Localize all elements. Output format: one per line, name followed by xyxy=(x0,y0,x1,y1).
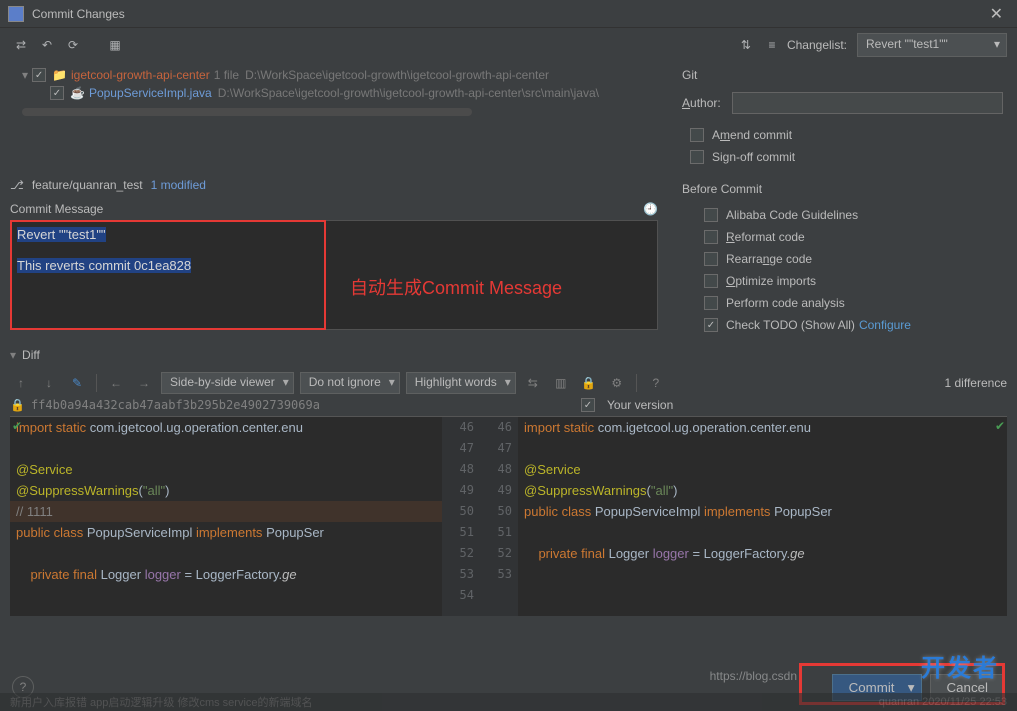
highlight-select[interactable]: Highlight words xyxy=(406,372,516,394)
reformat-checkbox[interactable] xyxy=(704,230,718,244)
prev-diff-icon[interactable]: ↑ xyxy=(10,372,32,394)
alibaba-checkbox[interactable] xyxy=(704,208,718,222)
diff-panes: ✔ import static com.igetcool.ug.operatio… xyxy=(10,416,1007,616)
rearrange-checkbox[interactable] xyxy=(704,252,718,266)
author-label: Author: xyxy=(682,96,732,110)
filter-icon[interactable]: ≡ xyxy=(761,34,783,56)
chevron-down-icon[interactable]: ▾ xyxy=(10,348,16,362)
settings-icon[interactable]: ⚙ xyxy=(606,372,628,394)
analysis-checkbox[interactable] xyxy=(704,296,718,310)
lock-icon: 🔒 xyxy=(10,398,25,412)
author-input[interactable] xyxy=(732,92,1003,114)
app-icon xyxy=(8,6,24,22)
signoff-label: Sign-off commit xyxy=(712,150,795,164)
folder-icon: 📁 xyxy=(52,68,67,82)
sort-icon[interactable]: ⇅ xyxy=(735,34,757,56)
group-icon[interactable]: ⇄ xyxy=(10,34,32,56)
configure-link[interactable]: Configure xyxy=(859,318,911,332)
your-version-checkbox[interactable] xyxy=(581,398,595,412)
undo-icon[interactable]: ↶ xyxy=(36,34,58,56)
next-diff-icon[interactable]: ↓ xyxy=(38,372,60,394)
checkbox[interactable]: ✓ xyxy=(32,68,46,82)
sync-scroll-icon[interactable]: ▥ xyxy=(550,372,572,394)
collapse-icon[interactable]: ⇆ xyxy=(522,372,544,394)
back-icon[interactable]: ← xyxy=(105,372,127,394)
git-section-label: Git xyxy=(682,68,1003,82)
git-panel: Git Author: Amend commit Sign-off commit… xyxy=(668,62,1017,342)
url-overlay: https://blog.csdn xyxy=(710,669,797,683)
changelist-select[interactable]: Revert ""test1"" ▾ xyxy=(857,33,1007,57)
java-file-icon: ☕ xyxy=(70,86,85,100)
branch-icon: ⎇ xyxy=(10,178,24,192)
ok-icon: ✔ xyxy=(12,419,22,433)
gutter-left: 464748495051525354 xyxy=(442,417,480,616)
ignore-select[interactable]: Do not ignore xyxy=(300,372,400,394)
before-commit-header: Before Commit xyxy=(682,182,1003,196)
forward-icon[interactable]: → xyxy=(133,372,155,394)
file-tree: ▾ ✓ 📁 igetcool-growth-api-center 1 file … xyxy=(0,62,668,172)
tree-root[interactable]: ▾ ✓ 📁 igetcool-growth-api-center 1 file … xyxy=(22,66,658,84)
help-icon[interactable]: ? xyxy=(645,372,667,394)
viewer-select[interactable]: Side-by-side viewer xyxy=(161,372,294,394)
diff-toolbar: ↑ ↓ ✎ ← → Side-by-side viewer Do not ign… xyxy=(0,368,1017,398)
checkbox[interactable]: ✓ xyxy=(50,86,64,100)
your-version-label: Your version xyxy=(607,398,673,412)
diff-header[interactable]: ▾ Diff xyxy=(0,342,1017,368)
tree-file[interactable]: ✓ ☕ PopupServiceImpl.java D:\WorkSpace\i… xyxy=(22,84,658,102)
todo-checkbox[interactable] xyxy=(704,318,718,332)
signoff-checkbox[interactable] xyxy=(690,150,704,164)
refresh-icon[interactable]: ⟳ xyxy=(62,34,84,56)
diff-file-bar: 🔒 ff4b0a94a432cab47aabf3b295b2e490273906… xyxy=(0,398,1017,416)
modified-count[interactable]: 1 modified xyxy=(151,178,206,192)
branch-name: feature/quanran_test xyxy=(32,178,143,192)
ok-icon: ✔ xyxy=(995,419,1005,433)
window-title: Commit Changes xyxy=(32,7,984,21)
toolbar: ⇄ ↶ ⟳ ▦ ⇅ ≡ Changelist: Revert ""test1""… xyxy=(0,28,1017,62)
diff-count: 1 difference xyxy=(945,376,1008,390)
revision-hash: ff4b0a94a432cab47aabf3b295b2e4902739069a xyxy=(31,398,320,412)
diff-right-pane[interactable]: ✔ import static com.igetcool.ug.operatio… xyxy=(518,417,1007,616)
status-strip: 新用户入库报错 app启动逻辑升级 修改cms service的新端域名 qua… xyxy=(0,693,1017,711)
optimize-checkbox[interactable] xyxy=(704,274,718,288)
horizontal-scrollbar[interactable] xyxy=(22,108,472,116)
diff-left-pane[interactable]: ✔ import static com.igetcool.ug.operatio… xyxy=(10,417,442,616)
branch-row: ⎇ feature/quanran_test 1 modified xyxy=(0,172,668,198)
changelist-label: Changelist: xyxy=(787,38,847,52)
expand-icon[interactable]: ▦ xyxy=(104,34,126,56)
commit-message-header: Commit Message 🕘 xyxy=(0,198,668,220)
annotation-text: 自动生成Commit Message xyxy=(350,274,562,300)
history-icon[interactable]: 🕘 xyxy=(643,202,658,216)
amend-checkbox[interactable] xyxy=(690,128,704,142)
gutter-right: 4647484950515253 xyxy=(480,417,518,616)
amend-label: Amend commit xyxy=(712,128,792,142)
close-icon[interactable]: ✕ xyxy=(984,4,1009,24)
edit-icon[interactable]: ✎ xyxy=(66,372,88,394)
lock-icon[interactable]: 🔒 xyxy=(578,372,600,394)
title-bar: Commit Changes ✕ xyxy=(0,0,1017,28)
